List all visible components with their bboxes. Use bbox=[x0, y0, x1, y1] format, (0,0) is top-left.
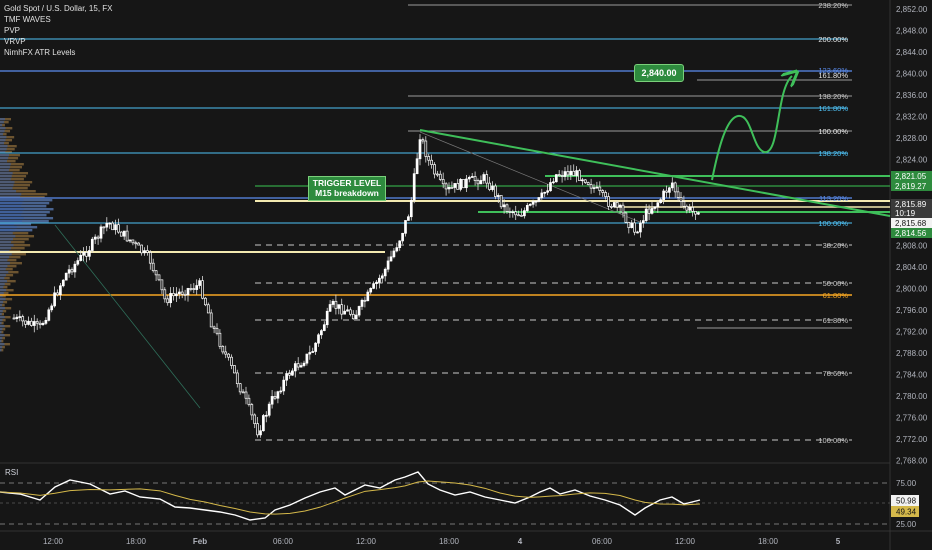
rsi-value-white: 50.98 bbox=[896, 497, 917, 506]
fib-label: 238.20% bbox=[818, 1, 848, 10]
indicator-pvp[interactable]: PVP bbox=[4, 25, 113, 36]
time-label: 18:00 bbox=[126, 537, 147, 546]
fib-label: 138.20% bbox=[818, 149, 848, 158]
symbol-title[interactable]: Gold Spot / U.S. Dollar, 15, FX bbox=[4, 3, 113, 14]
fib-label: 161.80% bbox=[818, 104, 848, 113]
price-tick: 2,780.00 bbox=[896, 392, 928, 401]
price-tick: 2,792.00 bbox=[896, 328, 928, 337]
price-tick: 2,848.00 bbox=[896, 27, 928, 36]
fib-label: 113.20% bbox=[819, 194, 848, 203]
fib-label: 61.80% bbox=[823, 316, 849, 325]
fib-label: 50.00% bbox=[823, 279, 849, 288]
price-badge: 10:19 bbox=[895, 209, 916, 218]
time-label: 4 bbox=[518, 537, 523, 546]
price-tick: 2,776.00 bbox=[896, 414, 928, 423]
price-badge: 2,821.05 bbox=[895, 172, 927, 181]
trigger-line-2: M15 breakdown bbox=[315, 188, 379, 198]
indicator-atr-levels[interactable]: NimhFX ATR Levels bbox=[4, 47, 113, 58]
target-price-callout: 2,840.00 bbox=[634, 64, 684, 82]
price-tick: 2,768.00 bbox=[896, 457, 928, 466]
price-tick: 2,796.00 bbox=[896, 306, 928, 315]
price-tick: 2,788.00 bbox=[896, 349, 928, 358]
price-tick: 2,836.00 bbox=[896, 91, 928, 100]
indicator-vrvp[interactable]: VRVP bbox=[4, 36, 113, 47]
price-badge: 2,815.68 bbox=[895, 219, 927, 228]
time-label: 06:00 bbox=[273, 537, 294, 546]
price-tick: 2,840.00 bbox=[896, 70, 928, 79]
price-badge: 2,815.89 bbox=[895, 200, 927, 209]
rsi-tick-75: 75.00 bbox=[896, 479, 917, 488]
price-badge: 2,819.27 bbox=[895, 182, 927, 191]
indicator-tmf-waves[interactable]: TMF WAVES bbox=[4, 14, 113, 25]
rsi-badges: 50.98 49.34 75.00 25.00 bbox=[891, 479, 919, 529]
price-tick: 2,828.00 bbox=[896, 134, 928, 143]
price-tick: 2,800.00 bbox=[896, 285, 928, 294]
time-label: 18:00 bbox=[758, 537, 779, 546]
price-tick: 2,784.00 bbox=[896, 371, 928, 380]
rsi-value-yellow: 49.34 bbox=[896, 508, 917, 517]
symbol-info-panel: Gold Spot / U.S. Dollar, 15, FX TMF WAVE… bbox=[4, 3, 113, 58]
projection-arrow bbox=[711, 76, 792, 181]
time-label: 12:00 bbox=[356, 537, 377, 546]
time-label: 18:00 bbox=[439, 537, 460, 546]
time-label: 12:00 bbox=[675, 537, 696, 546]
fib-labels: 238.20% 200.00% 161.80% 123.60% 138.20% 100.0… bbox=[818, 1, 848, 445]
trigger-level-callout: TRIGGER LEVEL M15 breakdown bbox=[308, 176, 386, 201]
rsi-tick-25: 25.00 bbox=[896, 520, 917, 529]
fib-label: 100.00% bbox=[818, 219, 848, 228]
trigger-line-1: TRIGGER LEVEL bbox=[312, 178, 382, 188]
fib-label: 100.00% bbox=[818, 436, 848, 445]
price-tick: 2,804.00 bbox=[896, 263, 928, 272]
price-badges: 2,821.052,819.27 2,815.8910:192,815.682,8… bbox=[891, 171, 932, 238]
time-label: 5 bbox=[836, 537, 841, 546]
price-tick: 2,832.00 bbox=[896, 113, 928, 122]
fib-label: 100.00% bbox=[818, 127, 848, 136]
time-axis[interactable]: 12:00 18:00 Feb 06:00 12:00 18:00 4 06:00 12:00 1… bbox=[43, 537, 841, 546]
chart-canvas[interactable]: 2,852.00 2,848.00 2,844.00 2,840.00 2,836.00… bbox=[0, 0, 932, 550]
time-label: Feb bbox=[193, 537, 207, 546]
price-tick: 2,808.00 bbox=[896, 242, 928, 251]
fib-label: 78.60% bbox=[823, 369, 849, 378]
fib-label: 123.60% bbox=[818, 66, 848, 75]
price-tick: 2,852.00 bbox=[896, 5, 928, 14]
fib-label: 200.00% bbox=[818, 35, 848, 44]
price-badge: 2,814.56 bbox=[895, 229, 927, 238]
descending-trendline bbox=[419, 129, 891, 217]
time-label: 06:00 bbox=[592, 537, 613, 546]
price-tick: 2,844.00 bbox=[896, 48, 928, 57]
time-label: 12:00 bbox=[43, 537, 64, 546]
fib-label: 61.80% bbox=[823, 291, 849, 300]
fib-label: 138.20% bbox=[818, 92, 848, 101]
price-tick: 2,824.00 bbox=[896, 156, 928, 165]
fib-label: 38.20% bbox=[823, 241, 849, 250]
price-tick: 2,772.00 bbox=[896, 435, 928, 444]
rsi-pane-label[interactable]: RSI bbox=[5, 468, 18, 477]
